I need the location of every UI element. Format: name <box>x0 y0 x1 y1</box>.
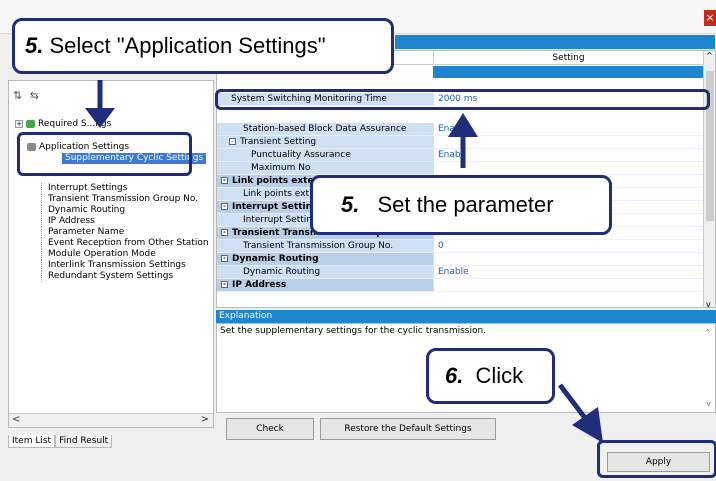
callout-text: Click <box>475 363 524 388</box>
callout-step-number: 5. <box>341 192 360 217</box>
callout-select-application-settings: 5. Select "Application Settings" <box>12 18 394 74</box>
callout-text: Set the parameter <box>377 192 554 217</box>
app-window: × ⇅ ⇆ + Required S...ngs Application Sett… <box>0 0 716 481</box>
callout-text: Select "Application Settings" <box>49 33 326 58</box>
callout-click-apply: 6. Click <box>426 348 555 404</box>
callout-step-number: 5. <box>25 33 44 58</box>
callout-step-number: 6. <box>445 363 464 388</box>
callout-set-parameter: 5. Set the parameter <box>310 175 612 235</box>
